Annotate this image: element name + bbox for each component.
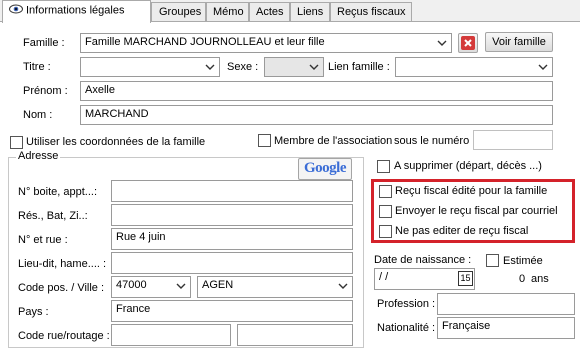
tab-label: Reçus fiscaux [337,6,406,18]
chevron-down-icon [307,60,321,74]
membre-association-checkbox[interactable] [258,134,271,147]
tab-label: Liens [297,6,324,18]
membre-association-label: Membre de l'association [274,135,393,147]
google-logo: Google [304,160,347,176]
tab-liens[interactable]: Liens [290,2,330,22]
lieu-dit-input[interactable] [111,252,353,274]
pas-recu-fiscal-label: Ne pas editer de reçu fiscal [395,225,529,237]
pays-input[interactable]: France [111,300,353,322]
prenom-label: Prénom : [23,85,68,97]
ville-select[interactable]: AGEN [197,276,353,298]
tab-recus-fiscaux[interactable]: Reçus fiscaux [330,2,412,22]
sexe-label: Sexe : [227,61,259,73]
adresse-field-label: Lieu-dit, hame.... : [18,258,107,270]
tab-memo[interactable]: Mémo [206,2,249,22]
adresse-field-label: Rés., Bat, Zi..: [18,210,88,222]
eye-icon [9,4,23,17]
routage-input[interactable] [237,324,353,346]
chevron-down-icon [174,279,188,293]
prenom-input[interactable]: Axelle [80,81,553,101]
famille-value: Famille MARCHAND JOURNOLLEAU et leur fil… [85,36,325,48]
estimee-checkbox[interactable] [486,254,499,267]
utiliser-coordonnees-label: Utiliser les coordonnées de la famille [26,136,206,148]
chevron-down-icon [203,60,217,74]
num-boite-input[interactable] [111,180,353,202]
a-supprimer-label: A supprimer (départ, décès ...) [394,160,542,172]
google-button[interactable]: Google [298,158,352,180]
tab-actes[interactable]: Actes [249,2,290,22]
code-postal-label: Code pos. / Ville : [18,282,105,294]
a-supprimer-checkbox[interactable] [377,160,390,173]
nom-input[interactable]: MARCHAND [80,105,553,125]
delete-icon [461,36,475,53]
sexe-select[interactable] [264,57,324,77]
chevron-down-icon [336,279,350,293]
titre-select[interactable] [80,57,220,77]
nationalite-input[interactable]: Française [437,317,575,339]
pas-recu-fiscal-checkbox[interactable] [379,225,392,238]
sous-numero-input[interactable] [473,130,553,150]
date-naissance-value: / / [379,271,389,283]
tab-informations-legales[interactable]: Informations légales [2,0,151,23]
code-postal-value: 47000 [116,279,147,291]
tab-label: Mémo [213,6,244,18]
code-rue-input[interactable] [111,324,231,346]
sous-numero-label: sous le numéro [394,135,470,147]
date-naissance-label: Date de naissance : [374,254,472,266]
voir-famille-button[interactable]: Voir famille [485,32,553,52]
ville-value: AGEN [202,279,234,291]
chevron-down-icon [435,36,449,50]
famille-label: Famille : [23,37,65,49]
recu-fiscal-famille-label: Reçu fiscal édité pour la famille [395,185,548,197]
nom-label: Nom : [23,109,53,121]
rue-input[interactable]: Rue 4 juin [111,228,353,250]
nationalite-label: Nationalité : [377,322,436,334]
age-unit: ans [531,273,549,285]
chevron-down-icon [536,60,550,74]
famille-select[interactable]: Famille MARCHAND JOURNOLLEAU et leur fil… [80,33,452,53]
code-rue-label: Code rue/routage : [18,330,110,342]
profession-label: Profession : [377,298,436,310]
estimee-label: Estimée [503,255,543,267]
tab-label: Groupes [159,6,202,18]
lien-famille-select[interactable] [395,57,553,77]
lien-famille-label: Lien famille : [328,61,390,73]
recu-fiscal-courriel-checkbox[interactable] [379,205,392,218]
code-postal-select[interactable]: 47000 [111,276,191,298]
recu-fiscal-famille-checkbox[interactable] [379,185,392,198]
pays-label: Pays : [18,306,49,318]
adresse-field-label: N° boite, appt...: [18,186,97,198]
age-value: 0 [519,273,526,285]
utiliser-coordonnees-checkbox[interactable] [10,136,23,149]
calendar-icon[interactable]: 15 [458,271,473,286]
recu-fiscal-courriel-label: Envoyer le reçu fiscal par courriel [395,205,558,217]
tab-label: Actes [256,6,284,18]
tab-groupes[interactable]: Groupes [151,2,206,22]
adresse-legend: Adresse [16,150,61,162]
residence-input[interactable] [111,204,353,226]
delete-famille-button[interactable] [458,33,478,53]
tab-label: Informations légales [26,4,125,17]
titre-label: Titre : [23,61,51,73]
profession-input[interactable] [437,293,575,315]
adresse-field-label: N° et rue : [18,234,68,246]
